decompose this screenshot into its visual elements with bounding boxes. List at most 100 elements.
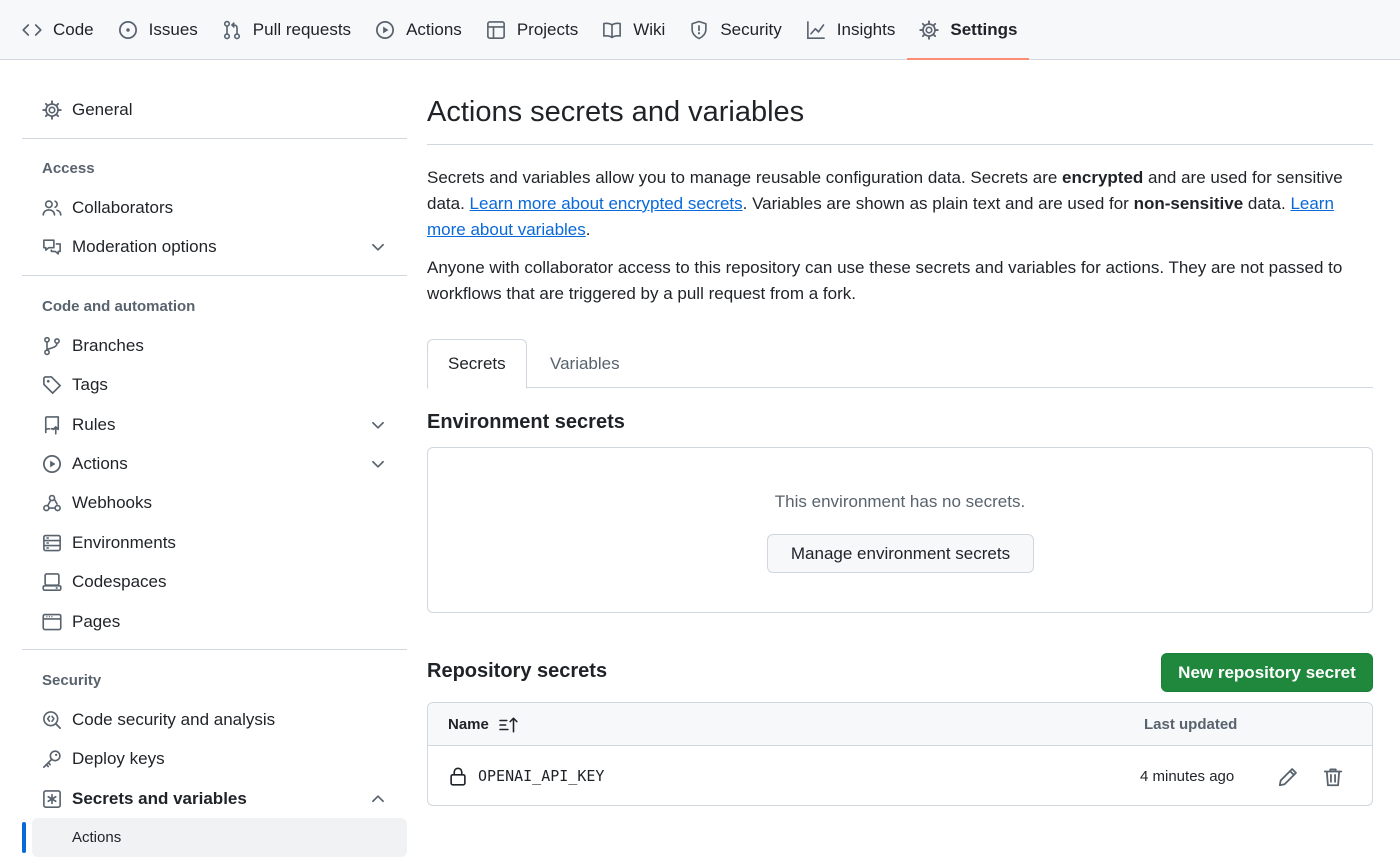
repo-nav: Code Issues Pull requests Actions Projec… (0, 0, 1400, 60)
sidebar-item-code-security[interactable]: Code security and analysis (22, 700, 407, 739)
sidebar-item-pages[interactable]: Pages (22, 602, 407, 641)
new-repository-secret-button[interactable]: New repository secret (1161, 653, 1373, 692)
tab-label: Code (53, 19, 94, 39)
sidebar-heading-access: Access (42, 159, 95, 177)
chevron-down-icon[interactable] (369, 238, 387, 256)
sidebar-item-label: Branches (72, 335, 144, 355)
codespaces-icon (42, 573, 62, 592)
sidebar-item-label: Actions (72, 829, 122, 847)
tab-label: Settings (950, 19, 1018, 39)
chevron-down-icon[interactable] (369, 455, 387, 473)
pencil-icon[interactable] (1277, 766, 1299, 788)
tab-issues[interactable]: Issues (106, 0, 210, 59)
sidebar-item-general[interactable]: General (22, 90, 407, 129)
tab-label: Actions (406, 19, 462, 39)
intro-bold-encrypted: encrypted (1062, 168, 1144, 187)
intro-text: . (585, 220, 591, 239)
link-encrypted-secrets[interactable]: Learn more about encrypted secrets (470, 194, 743, 213)
play-icon (376, 20, 395, 39)
chevron-down-icon[interactable] (369, 416, 387, 434)
secret-name: OPENAI_API_KEY (478, 767, 605, 785)
tab-label: Pull requests (252, 19, 352, 39)
secret-name-cell: OPENAI_API_KEY (448, 747, 604, 805)
tab-actions[interactable]: Actions (363, 0, 474, 59)
tab-variables[interactable]: Variables (530, 339, 640, 388)
tab-code[interactable]: Code (10, 0, 106, 59)
sidebar-item-actions[interactable]: Actions (22, 444, 407, 483)
gear-icon (42, 100, 62, 120)
intro-text: Secrets and variables allow you to manag… (427, 168, 1063, 187)
sidebar-item-label: General (72, 99, 133, 119)
asterisk-icon (43, 789, 61, 808)
sidebar-item-codespaces[interactable]: Codespaces (22, 563, 407, 602)
codescan-icon (43, 711, 61, 729)
browser-icon (42, 613, 62, 630)
tab-insights[interactable]: Insights (794, 0, 908, 59)
sidebar-item-deploy-keys[interactable]: Deploy keys (22, 740, 407, 779)
sidebar-item-tags[interactable]: Tags (22, 366, 407, 405)
sidebar-item-webhooks[interactable]: Webhooks (22, 484, 407, 523)
sidebar-subitem-actions[interactable]: Actions (22, 818, 407, 858)
settings-sidebar: General Access Collaborators Moderation … (22, 60, 407, 858)
tag-icon (43, 376, 61, 395)
table-row: OPENAI_API_KEY 4 minutes ago (428, 747, 1372, 805)
sidebar-item-environments[interactable]: Environments (22, 523, 407, 562)
sidebar-item-label: Rules (72, 414, 116, 434)
trash-icon[interactable] (1322, 766, 1344, 788)
secrets-variables-tabs: Secrets Variables (427, 339, 1373, 389)
sidebar-item-label: Moderation options (72, 237, 217, 257)
sidebar-item-label: Collaborators (72, 198, 174, 218)
sidebar-item-collaborators[interactable]: Collaborators (22, 188, 407, 227)
book-icon (603, 22, 622, 38)
issue-opened-icon (118, 20, 137, 39)
lock-icon (450, 767, 466, 786)
tab-secrets[interactable]: Secrets (427, 339, 527, 389)
tab-label: Insights (836, 19, 896, 39)
tab-settings[interactable]: Settings (907, 0, 1030, 60)
tab-label: Issues (148, 19, 198, 39)
code-icon (22, 23, 42, 36)
chevron-up-icon[interactable] (369, 790, 387, 808)
tab-label: Wiki (633, 19, 666, 39)
sidebar-item-label: Secrets and variables (72, 788, 247, 808)
shield-icon (691, 20, 708, 39)
table-icon (486, 20, 505, 39)
sidebar-item-label: Pages (72, 611, 121, 631)
sidebar-item-rules[interactable]: Rules (22, 405, 407, 444)
tab-pull-requests[interactable]: Pull requests (210, 0, 363, 59)
intro-bold-non-sensitive: non-sensitive (1133, 194, 1244, 213)
sidebar-item-branches[interactable]: Branches (22, 326, 407, 365)
intro-paragraph: Secrets and variables allow you to manag… (427, 165, 1373, 243)
manage-environment-secrets-button[interactable]: Manage environment secrets (767, 534, 1034, 573)
graph-icon (806, 20, 825, 39)
repository-secrets-table: Name Last updated OPENAI_API_KEY 4 minut… (427, 702, 1373, 806)
intro-text: data. (1243, 194, 1291, 213)
play-icon (43, 455, 61, 474)
sidebar-item-label: Codespaces (72, 572, 167, 592)
tab-projects[interactable]: Projects (474, 0, 590, 59)
repository-secrets-title: Repository secrets (427, 660, 608, 682)
sidebar-item-label: Code security and analysis (72, 709, 276, 729)
tab-security[interactable]: Security (677, 0, 793, 59)
sidebar-item-moderation[interactable]: Moderation options (22, 228, 407, 267)
sidebar-item-label: Actions (72, 454, 128, 474)
sort-asc-icon[interactable] (498, 716, 520, 734)
column-header-last-updated: Last updated (1144, 716, 1238, 733)
tab-wiki[interactable]: Wiki (590, 0, 677, 59)
page-title: Actions secrets and variables (427, 96, 805, 128)
column-header-label: Name (448, 716, 489, 733)
column-header-name[interactable]: Name (448, 703, 520, 746)
environment-secrets-title: Environment secrets (427, 411, 625, 433)
tab-label: Projects (516, 19, 579, 39)
environment-secrets-box: This environment has no secrets. Manage … (427, 447, 1373, 613)
sidebar-item-secrets-variables[interactable]: Secrets and variables (22, 779, 407, 818)
git-branch-icon (44, 336, 60, 356)
webhook-icon (43, 495, 61, 512)
tab-label: Security (720, 19, 782, 39)
sidebar-item-label: Tags (72, 375, 108, 395)
sidebar-heading-code-automation: Code and automation (42, 297, 196, 315)
title-divider (427, 144, 1373, 145)
sidebar-item-label: Deploy keys (72, 749, 165, 769)
collaborator-note: Anyone with collaborator access to this … (427, 258, 1343, 303)
git-pull-request-icon (223, 20, 240, 39)
